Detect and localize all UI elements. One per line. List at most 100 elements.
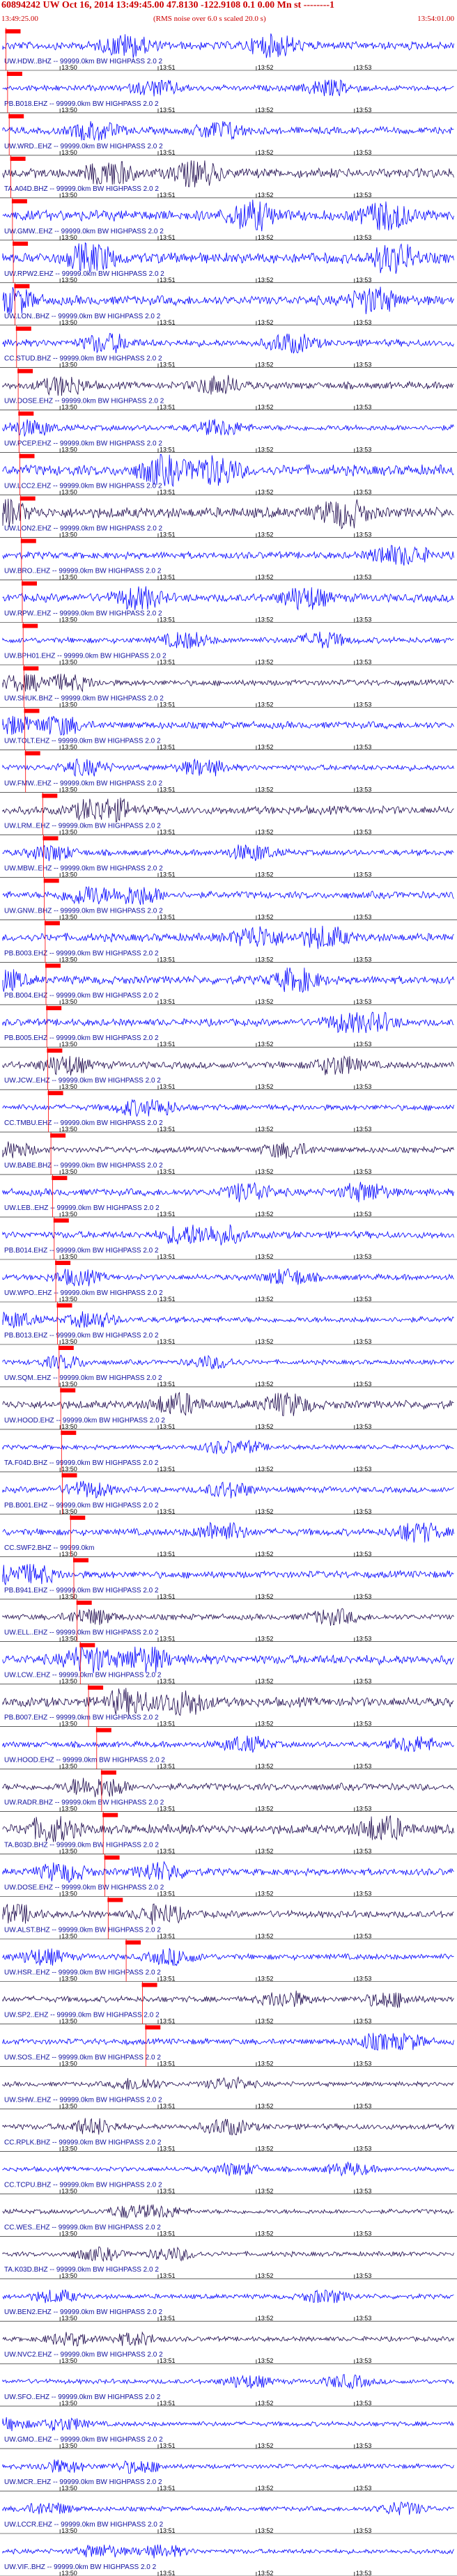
trace-line <box>2 2289 454 2304</box>
time-tick-label: 13:51 <box>160 2017 176 2024</box>
pick-marker <box>79 1643 95 1647</box>
time-tick-label: 13:50 <box>61 532 77 538</box>
time-tick-label: 13:52 <box>258 2102 274 2109</box>
pick-marker <box>61 1473 77 1477</box>
time-tick-label: 13:53 <box>356 532 372 538</box>
station-label: UW.FMW..EHZ -- 99999.0km BW HIGHPASS 2.0… <box>4 779 163 787</box>
time-tick-label: 13:51 <box>160 998 176 1005</box>
time-tick-label: 13:53 <box>356 319 372 326</box>
time-tick-label: 13:52 <box>258 2230 274 2237</box>
time-tick-label: 13:52 <box>258 1126 274 1133</box>
time-tick-label: 13:52 <box>258 149 274 156</box>
time-tick-label: 13:50 <box>61 1381 77 1388</box>
trace-line <box>2 2374 454 2390</box>
time-tick-label: 13:52 <box>258 1381 274 1388</box>
pick-marker <box>15 326 31 331</box>
time-tick-label: 13:51 <box>160 2102 176 2109</box>
time-tick-label: 13:50 <box>61 64 77 71</box>
time-tick-label: 13:51 <box>160 447 176 453</box>
pick-marker <box>14 284 30 288</box>
station-label: UW.LRM..EHZ -- 99999.0km BW HIGHPASS 2.0… <box>4 822 161 830</box>
pick-marker <box>61 1430 77 1435</box>
time-tick-label: 13:52 <box>258 404 274 411</box>
time-tick-label: 13:52 <box>258 1678 274 1685</box>
time-tick-label: 13:50 <box>61 2017 77 2024</box>
pick-marker <box>46 1006 62 1011</box>
pick-marker <box>22 623 38 628</box>
time-tick-label: 13:50 <box>61 1551 77 1558</box>
time-tick-label: 13:53 <box>356 2485 372 2492</box>
pick-marker <box>42 793 58 798</box>
time-tick-label: 13:52 <box>258 1338 274 1345</box>
time-tick-label: 13:52 <box>258 1466 274 1473</box>
trace-line <box>2 1564 454 1585</box>
trace-line <box>2 1354 454 1370</box>
time-tick-label: 13:51 <box>160 2315 176 2322</box>
trace-line <box>2 2076 454 2090</box>
trace-line <box>2 1645 454 1673</box>
time-tick-label: 13:52 <box>258 192 274 199</box>
time-tick-label: 13:53 <box>356 1083 372 1090</box>
station-label: TA.F04D.BHZ -- 99999.0km BW HIGHPASS 2.0… <box>4 1459 159 1467</box>
time-tick-label: 13:51 <box>160 2442 176 2449</box>
time-tick-label: 13:50 <box>61 871 77 878</box>
trace-line <box>2 545 454 566</box>
time-tick-label: 13:52 <box>258 64 274 71</box>
time-tick-label: 13:52 <box>258 2570 274 2576</box>
trace-line <box>2 160 454 187</box>
station-label: UW.LCCR.EHZ -- 99999.0km BW HIGHPASS 2.0… <box>4 2521 164 2529</box>
time-tick-label: 13:50 <box>61 234 77 241</box>
pick-marker <box>20 538 36 543</box>
time-tick-label: 13:53 <box>356 2272 372 2279</box>
time-tick-label: 13:51 <box>160 1296 176 1303</box>
time-tick-label: 13:52 <box>258 2272 274 2279</box>
station-label: UW.RPW..EHZ -- 99999.0km BW HIGHPASS 2.0… <box>4 610 162 618</box>
pick-marker <box>24 751 40 756</box>
trace-line <box>2 586 454 611</box>
time-tick-label: 13:53 <box>356 107 372 114</box>
time-tick-label: 13:52 <box>258 2527 274 2534</box>
trace-line <box>2 1011 454 1034</box>
time-tick-label: 13:52 <box>258 1041 274 1048</box>
time-tick-label: 13:51 <box>160 743 176 750</box>
station-label: PB.B003.EHZ -- 99999.0km BW HIGHPASS 2.0… <box>4 949 159 957</box>
station-label: UW.HOOD.EHZ -- 99999.0km BW HIGHPASS 2.0… <box>4 1757 165 1764</box>
time-tick-label: 13:53 <box>356 1041 372 1048</box>
station-label: UW.MCR..EHZ -- 99999.0km BW HIGHPASS 2.0… <box>4 2478 162 2486</box>
time-tick-label: 13:51 <box>160 532 176 538</box>
time-tick-label: 13:53 <box>356 956 372 963</box>
pick-marker <box>23 666 39 671</box>
time-tick-label: 13:51 <box>160 828 176 835</box>
time-tick-label: 13:50 <box>61 574 77 581</box>
time-tick-label: 13:51 <box>160 701 176 708</box>
pick-marker <box>70 1515 86 1520</box>
time-tick-label: 13:52 <box>258 2315 274 2322</box>
time-tick-label: 13:50 <box>61 404 77 411</box>
station-label: UW.BPH01.EHZ -- 99999.0km BW HIGHPASS 2.… <box>4 653 166 660</box>
time-tick-label: 13:51 <box>160 1508 176 1515</box>
station-label: UW.SHUK.BHZ -- 99999.0km BW HIGHPASS 2.0… <box>4 695 164 703</box>
time-tick-label: 13:53 <box>356 659 372 666</box>
station-label: UW.RADR.BHZ -- 99999.0km BW HIGHPASS 2.0… <box>4 1799 164 1807</box>
time-tick-label: 13:52 <box>258 743 274 750</box>
station-label: UW.HOOD.EHZ -- 99999.0km BW HIGHPASS 2.0… <box>4 1417 165 1425</box>
time-tick-label: 13:51 <box>160 2485 176 2492</box>
time-tick-label: 13:50 <box>61 1593 77 1600</box>
time-tick-label: 13:51 <box>160 1636 176 1643</box>
trace-line <box>2 1861 454 1884</box>
trace-line <box>2 199 454 232</box>
station-label: UW.VIF..BHZ -- 99999.0km BW HIGHPASS 2.0… <box>4 2563 157 2571</box>
time-tick-label: 13:53 <box>356 1636 372 1643</box>
time-tick-label: 13:53 <box>356 2527 372 2534</box>
pick-marker <box>8 114 24 118</box>
time-tick-label: 13:50 <box>61 2485 77 2492</box>
time-tick-label: 13:52 <box>258 107 274 114</box>
station-label: CC.WES..EHZ -- 99999.0km BW HIGHPASS 2.0… <box>4 2224 161 2231</box>
time-tick-label: 13:51 <box>160 2145 176 2152</box>
trace-line <box>2 1688 454 1716</box>
station-label: UW.SQM..EHZ -- 99999.0km BW HIGHPASS 2.0… <box>4 1374 162 1382</box>
time-tick-label: 13:52 <box>258 2017 274 2024</box>
trace-line <box>2 1391 454 1416</box>
pick-marker <box>56 1303 72 1308</box>
trace-line <box>2 1141 454 1159</box>
